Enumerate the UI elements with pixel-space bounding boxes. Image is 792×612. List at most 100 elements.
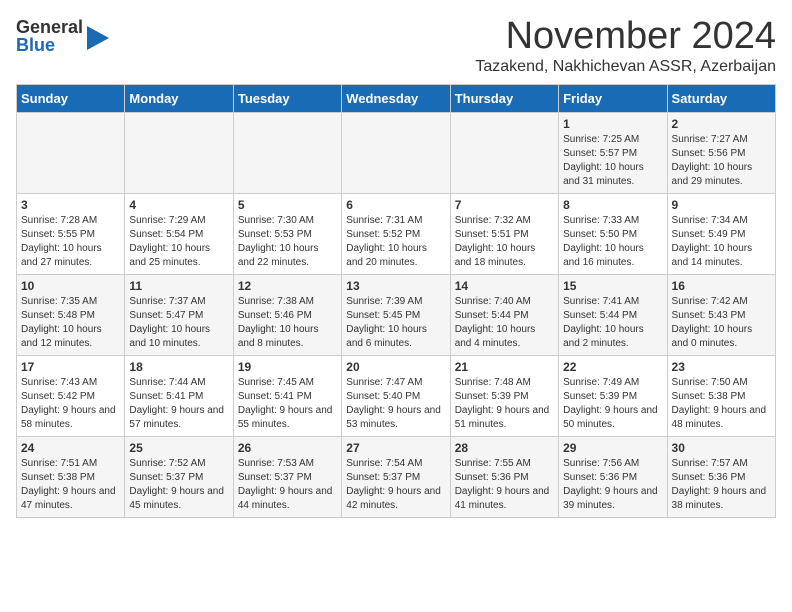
day-info: Sunrise: 7:47 AM Sunset: 5:40 PM Dayligh… xyxy=(346,376,445,432)
day-number: 19 xyxy=(238,360,337,374)
day-info: Sunrise: 7:54 AM Sunset: 5:37 PM Dayligh… xyxy=(346,457,445,513)
day-info: Sunrise: 7:51 AM Sunset: 5:38 PM Dayligh… xyxy=(21,457,120,513)
day-cell: 10 Sunrise: 7:35 AM Sunset: 5:48 PM Dayli… xyxy=(17,274,125,355)
day-info: Sunrise: 7:45 AM Sunset: 5:41 PM Dayligh… xyxy=(238,376,337,432)
logo-blue-text: Blue xyxy=(16,36,83,54)
day-cell: 12 Sunrise: 7:38 AM Sunset: 5:46 PM Dayli… xyxy=(233,274,341,355)
day-info: Sunrise: 7:39 AM Sunset: 5:45 PM Dayligh… xyxy=(346,295,445,351)
day-cell: 15 Sunrise: 7:41 AM Sunset: 5:44 PM Dayli… xyxy=(559,274,667,355)
day-info: Sunrise: 7:27 AM Sunset: 5:56 PM Dayligh… xyxy=(672,133,771,189)
day-cell: 25Sunrise: 7:52 AM Sunset: 5:37 PM Dayli… xyxy=(125,436,233,517)
day-cell: 29 Sunrise: 7:56 AM Sunset: 5:36 PM Dayli… xyxy=(559,436,667,517)
day-number: 26 xyxy=(238,441,337,455)
day-info: Sunrise: 7:37 AM Sunset: 5:47 PM Dayligh… xyxy=(129,295,228,351)
day-number: 12 xyxy=(238,279,337,293)
day-number: 20 xyxy=(346,360,445,374)
day-cell: 8 Sunrise: 7:33 AM Sunset: 5:50 PM Daylig… xyxy=(559,193,667,274)
day-number: 11 xyxy=(129,279,228,293)
day-number: 24 xyxy=(21,441,120,455)
month-title: November 2024 xyxy=(475,16,776,58)
day-cell: 4Sunrise: 7:29 AM Sunset: 5:54 PM Daylig… xyxy=(125,193,233,274)
day-cell xyxy=(450,112,558,193)
day-info: Sunrise: 7:42 AM Sunset: 5:43 PM Dayligh… xyxy=(672,295,771,351)
col-thursday: Thursday xyxy=(450,84,558,112)
day-cell: 20 Sunrise: 7:47 AM Sunset: 5:40 PM Dayli… xyxy=(342,355,450,436)
day-cell: 23 Sunrise: 7:50 AM Sunset: 5:38 PM Dayli… xyxy=(667,355,775,436)
week-row-2: 3 Sunrise: 7:28 AM Sunset: 5:55 PM Daylig… xyxy=(17,193,776,274)
day-cell: 16 Sunrise: 7:42 AM Sunset: 5:43 PM Dayli… xyxy=(667,274,775,355)
calendar-table: Sunday Monday Tuesday Wednesday Thursday… xyxy=(16,84,776,518)
day-cell: 18 Sunrise: 7:44 AM Sunset: 5:41 PM Dayli… xyxy=(125,355,233,436)
day-cell: 5 Sunrise: 7:30 AM Sunset: 5:53 PM Daylig… xyxy=(233,193,341,274)
calendar-header-row: Sunday Monday Tuesday Wednesday Thursday… xyxy=(17,84,776,112)
day-info: Sunrise: 7:55 AM Sunset: 5:36 PM Dayligh… xyxy=(455,457,554,513)
day-info: Sunrise: 7:52 AM Sunset: 5:37 PM Dayligh… xyxy=(129,457,228,513)
day-cell: 9 Sunrise: 7:34 AM Sunset: 5:49 PM Daylig… xyxy=(667,193,775,274)
day-number: 8 xyxy=(563,198,662,212)
day-number: 22 xyxy=(563,360,662,374)
day-info: Sunrise: 7:31 AM Sunset: 5:52 PM Dayligh… xyxy=(346,214,445,270)
day-cell: 11 Sunrise: 7:37 AM Sunset: 5:47 PM Dayli… xyxy=(125,274,233,355)
day-number: 16 xyxy=(672,279,771,293)
day-info: Sunrise: 7:33 AM Sunset: 5:50 PM Dayligh… xyxy=(563,214,662,270)
day-number: 30 xyxy=(672,441,771,455)
week-row-3: 10 Sunrise: 7:35 AM Sunset: 5:48 PM Dayli… xyxy=(17,274,776,355)
day-info: Sunrise: 7:44 AM Sunset: 5:41 PM Dayligh… xyxy=(129,376,228,432)
day-number: 14 xyxy=(455,279,554,293)
day-info: Sunrise: 7:30 AM Sunset: 5:53 PM Dayligh… xyxy=(238,214,337,270)
day-number: 10 xyxy=(21,279,120,293)
week-row-4: 17Sunrise: 7:43 AM Sunset: 5:42 PM Dayli… xyxy=(17,355,776,436)
day-number: 27 xyxy=(346,441,445,455)
day-number: 5 xyxy=(238,198,337,212)
day-cell xyxy=(125,112,233,193)
day-number: 23 xyxy=(672,360,771,374)
day-number: 2 xyxy=(672,117,771,131)
col-tuesday: Tuesday xyxy=(233,84,341,112)
day-info: Sunrise: 7:41 AM Sunset: 5:44 PM Dayligh… xyxy=(563,295,662,351)
logo: General Blue xyxy=(16,16,109,56)
day-cell: 22Sunrise: 7:49 AM Sunset: 5:39 PM Dayli… xyxy=(559,355,667,436)
day-info: Sunrise: 7:38 AM Sunset: 5:46 PM Dayligh… xyxy=(238,295,337,351)
day-cell: 30 Sunrise: 7:57 AM Sunset: 5:36 PM Dayli… xyxy=(667,436,775,517)
day-cell: 26 Sunrise: 7:53 AM Sunset: 5:37 PM Dayli… xyxy=(233,436,341,517)
col-monday: Monday xyxy=(125,84,233,112)
day-info: Sunrise: 7:40 AM Sunset: 5:44 PM Dayligh… xyxy=(455,295,554,351)
day-info: Sunrise: 7:25 AM Sunset: 5:57 PM Dayligh… xyxy=(563,133,662,189)
day-cell: 2 Sunrise: 7:27 AM Sunset: 5:56 PM Daylig… xyxy=(667,112,775,193)
day-cell: 19 Sunrise: 7:45 AM Sunset: 5:41 PM Dayli… xyxy=(233,355,341,436)
day-cell: 28 Sunrise: 7:55 AM Sunset: 5:36 PM Dayli… xyxy=(450,436,558,517)
day-info: Sunrise: 7:53 AM Sunset: 5:37 PM Dayligh… xyxy=(238,457,337,513)
day-number: 13 xyxy=(346,279,445,293)
day-number: 1 xyxy=(563,117,662,131)
day-cell: 27 Sunrise: 7:54 AM Sunset: 5:37 PM Dayli… xyxy=(342,436,450,517)
day-info: Sunrise: 7:34 AM Sunset: 5:49 PM Dayligh… xyxy=(672,214,771,270)
day-number: 3 xyxy=(21,198,120,212)
day-cell: 24 Sunrise: 7:51 AM Sunset: 5:38 PM Dayli… xyxy=(17,436,125,517)
day-number: 9 xyxy=(672,198,771,212)
day-number: 28 xyxy=(455,441,554,455)
logo-arrow-icon xyxy=(87,20,109,56)
day-cell: 13 Sunrise: 7:39 AM Sunset: 5:45 PM Dayli… xyxy=(342,274,450,355)
week-row-1: 1 Sunrise: 7:25 AM Sunset: 5:57 PM Daylig… xyxy=(17,112,776,193)
day-cell xyxy=(342,112,450,193)
day-number: 15 xyxy=(563,279,662,293)
day-number: 29 xyxy=(563,441,662,455)
day-cell: 14 Sunrise: 7:40 AM Sunset: 5:44 PM Dayli… xyxy=(450,274,558,355)
day-info: Sunrise: 7:50 AM Sunset: 5:38 PM Dayligh… xyxy=(672,376,771,432)
col-sunday: Sunday xyxy=(17,84,125,112)
day-cell xyxy=(17,112,125,193)
day-number: 7 xyxy=(455,198,554,212)
day-info: Sunrise: 7:57 AM Sunset: 5:36 PM Dayligh… xyxy=(672,457,771,513)
day-info: Sunrise: 7:29 AM Sunset: 5:54 PM Dayligh… xyxy=(129,214,228,270)
day-cell: 21Sunrise: 7:48 AM Sunset: 5:39 PM Dayli… xyxy=(450,355,558,436)
day-info: Sunrise: 7:56 AM Sunset: 5:36 PM Dayligh… xyxy=(563,457,662,513)
day-number: 18 xyxy=(129,360,228,374)
col-saturday: Saturday xyxy=(667,84,775,112)
header: General Blue November 2024 Tazakend, Nak… xyxy=(16,16,776,76)
title-area: November 2024 Tazakend, Nakhichevan ASSR… xyxy=(475,16,776,76)
day-info: Sunrise: 7:35 AM Sunset: 5:48 PM Dayligh… xyxy=(21,295,120,351)
day-info: Sunrise: 7:28 AM Sunset: 5:55 PM Dayligh… xyxy=(21,214,120,270)
day-info: Sunrise: 7:32 AM Sunset: 5:51 PM Dayligh… xyxy=(455,214,554,270)
day-cell: 3 Sunrise: 7:28 AM Sunset: 5:55 PM Daylig… xyxy=(17,193,125,274)
day-cell: 7 Sunrise: 7:32 AM Sunset: 5:51 PM Daylig… xyxy=(450,193,558,274)
